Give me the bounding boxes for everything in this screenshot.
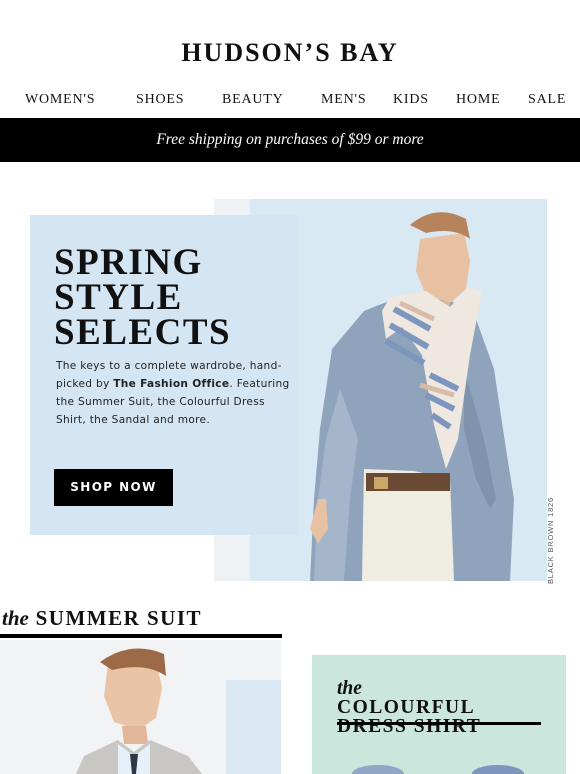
- hero-description: The keys to a complete wardrobe, hand-pi…: [56, 357, 292, 429]
- nav-item-shoes[interactable]: SHOES: [136, 92, 184, 108]
- brand-logo[interactable]: HUDSON’S BAY: [0, 38, 580, 68]
- dress-shirt-heading-line-1-text: COLOURFUL: [337, 697, 476, 718]
- summer-suit-heading-text: SUMMER SUIT: [35, 606, 203, 630]
- hero-description-emphasis: The Fashion Office: [113, 378, 230, 390]
- colourful-dress-shirt-card[interactable]: the COLOURFUL DRESS SHIRT: [312, 655, 566, 774]
- dress-shirt-heading-line-1: the COLOURFUL: [337, 678, 557, 718]
- main-nav: WOMEN'S SHOES BEAUTY MEN'S KIDS HOME SAL…: [0, 92, 580, 112]
- shop-now-button[interactable]: SHOP NOW: [54, 469, 173, 506]
- shirts-preview: [352, 765, 524, 774]
- dress-shirt-divider: [337, 722, 541, 725]
- hero-title: SPRING STYLE SELECTS: [54, 242, 284, 353]
- suit-model-illustration: [76, 648, 281, 774]
- hero-title-line-1: SPRING: [54, 242, 203, 283]
- hero-title-line-3: SELECTS: [54, 312, 232, 353]
- dress-shirt-heading-line-2: DRESS SHIRT: [337, 716, 482, 737]
- nav-item-sale[interactable]: SALE: [528, 92, 566, 108]
- nav-item-beauty[interactable]: BEAUTY: [222, 92, 284, 108]
- summer-suit-divider: [0, 634, 282, 638]
- nav-item-home[interactable]: HOME: [456, 92, 500, 108]
- hero-title-line-2: STYLE: [54, 277, 183, 318]
- nav-item-kids[interactable]: KIDS: [393, 92, 429, 108]
- dress-shirt-heading: the COLOURFUL DRESS SHIRT: [337, 678, 557, 737]
- free-shipping-banner[interactable]: Free shipping on purchases of $99 or mor…: [0, 118, 580, 162]
- hero-card: SPRING STYLE SELECTS The keys to a compl…: [30, 215, 298, 535]
- photo-credit: BLACK BROWN 1826: [546, 497, 555, 584]
- summer-suit-heading[interactable]: the SUMMER SUIT: [2, 606, 202, 631]
- nav-item-womens[interactable]: WOMEN'S: [25, 92, 95, 108]
- summer-suit-image[interactable]: [0, 640, 281, 774]
- summer-suit-heading-the: the: [2, 606, 29, 630]
- dress-shirt-heading-the: the: [337, 678, 362, 699]
- nav-item-mens[interactable]: MEN'S: [321, 92, 366, 108]
